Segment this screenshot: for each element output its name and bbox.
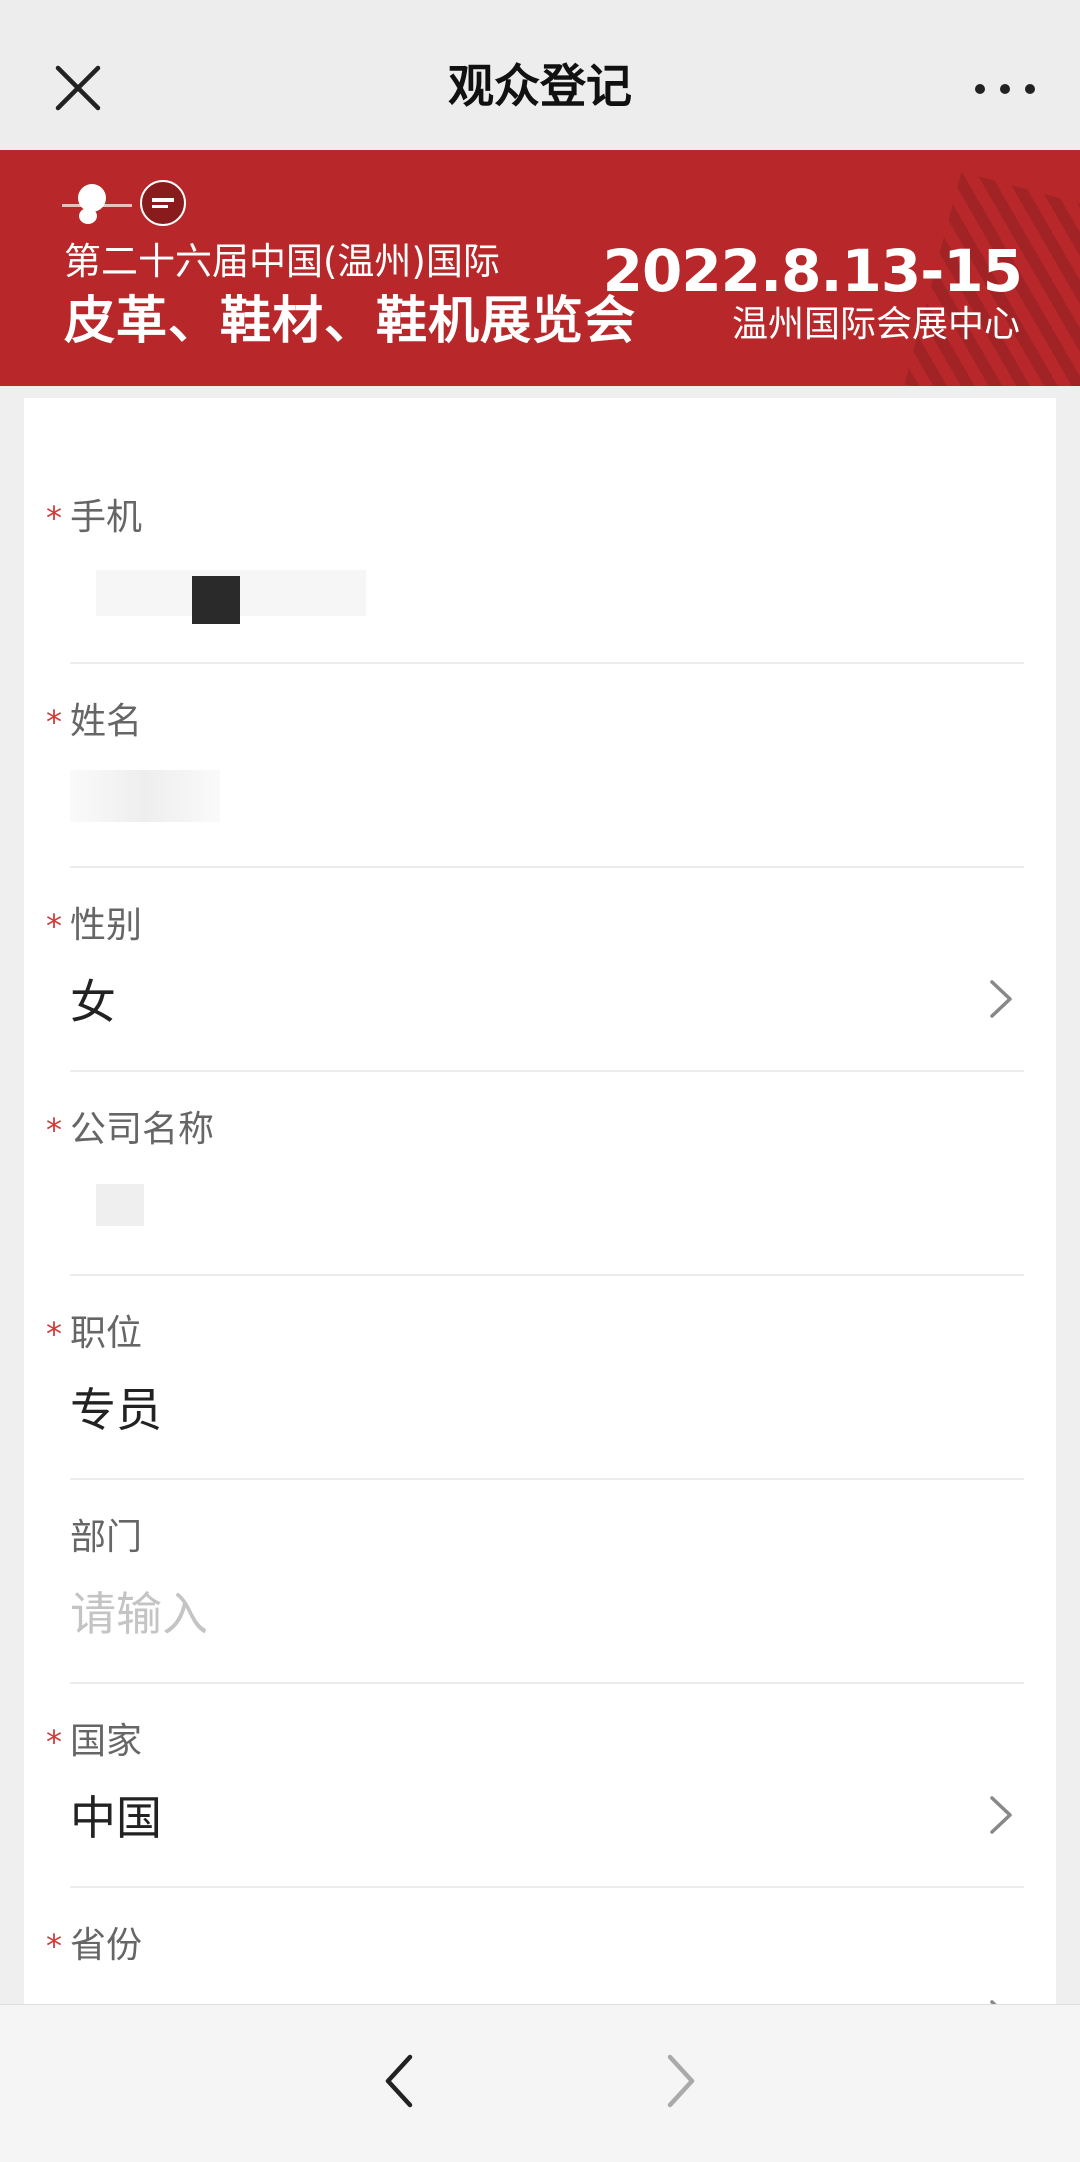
chevron-right-icon [990, 980, 1012, 1018]
event-banner: 第二十六届中国(温州)国际 皮革、鞋材、鞋机展览会 2022.8.13-15 温… [0, 150, 1080, 386]
field-phone[interactable]: * 手机 [24, 460, 1056, 664]
forward-button[interactable] [660, 2051, 700, 2111]
shoe-logo-icon [62, 184, 132, 224]
required-mark: * [46, 1723, 62, 1761]
required-mark: * [46, 1927, 62, 1965]
page-title: 观众登记 [448, 59, 632, 113]
field-label: 国家 [70, 1721, 143, 1762]
field-label: 部门 [70, 1517, 143, 1558]
field-label: 性别 [70, 905, 143, 946]
chevron-right-icon [990, 1796, 1012, 1834]
required-mark: * [46, 703, 62, 741]
more-button[interactable] [970, 74, 1040, 104]
redacted-area [96, 1184, 144, 1226]
banner-date: 2022.8.13-15 [602, 237, 1023, 305]
chevron-left-icon [385, 2054, 413, 2108]
field-name[interactable]: * 姓名 [24, 664, 1056, 868]
registration-form: * 手机 * 姓名 * 性别 女 * 公司名称 * 职位 专员 部门 请输入 *… [24, 398, 1056, 2038]
redacted-block [192, 576, 240, 624]
field-label: 手机 [70, 497, 143, 538]
required-mark: * [46, 499, 62, 537]
field-label: 职位 [70, 1313, 143, 1354]
field-label: 公司名称 [70, 1109, 215, 1150]
gender-select[interactable]: 女 [70, 972, 116, 1032]
required-mark: * [46, 907, 62, 945]
required-mark: * [46, 1315, 62, 1353]
department-input[interactable]: 请输入 [70, 1584, 208, 1644]
chevron-right-icon [667, 2054, 695, 2108]
field-company[interactable]: * 公司名称 [24, 1072, 1056, 1276]
position-input[interactable]: 专员 [70, 1380, 162, 1440]
required-mark: * [46, 1111, 62, 1149]
back-button[interactable] [380, 2051, 420, 2111]
banner-title: 皮革、鞋材、鞋机展览会 [64, 292, 637, 351]
field-department[interactable]: 部门 请输入 [24, 1480, 1056, 1684]
field-gender[interactable]: * 性别 女 [24, 868, 1056, 1072]
redacted-area [70, 770, 220, 822]
ufi-logo-icon [140, 180, 186, 226]
country-select[interactable]: 中国 [70, 1788, 162, 1848]
browser-bottom-bar [0, 2004, 1080, 2162]
field-label: 姓名 [70, 701, 143, 742]
field-country[interactable]: * 国家 中国 [24, 1684, 1056, 1888]
banner-subtitle: 第二十六届中国(温州)国际 [64, 240, 500, 283]
field-label: 省份 [70, 1925, 143, 1966]
more-dots-icon [975, 84, 1035, 94]
field-position[interactable]: * 职位 专员 [24, 1276, 1056, 1480]
banner-venue: 温州国际会展中心 [731, 304, 1020, 345]
top-nav-bar: 观众登记 [0, 0, 1080, 150]
